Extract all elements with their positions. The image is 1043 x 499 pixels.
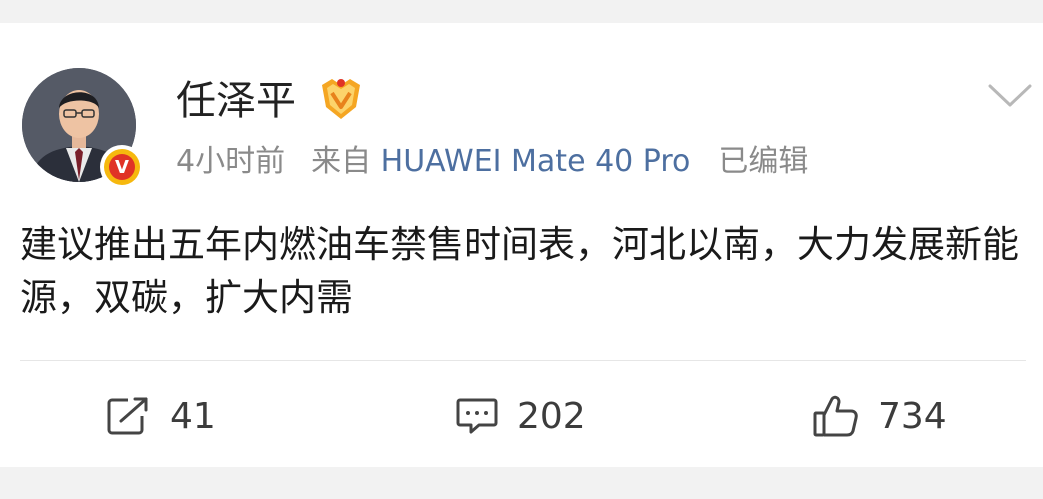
chevron-down-icon[interactable] xyxy=(988,83,1032,113)
weibo-post-card: V 任泽平 4小时前 来自 HUAWEI Mate 40 Pro 已编辑 建议推出五… xyxy=(0,23,1043,467)
member-crown-badge-icon[interactable] xyxy=(318,77,364,125)
verified-v-badge-icon: V xyxy=(100,145,144,189)
repost-icon xyxy=(107,397,148,435)
comment-button[interactable]: 202 xyxy=(455,391,586,441)
thumbs-up-icon xyxy=(813,395,858,437)
divider xyxy=(20,360,1026,361)
source-device-link[interactable]: HUAWEI Mate 40 Pro xyxy=(381,144,691,179)
post-meta: 4小时前 来自 HUAWEI Mate 40 Pro 已编辑 xyxy=(176,144,808,180)
like-button[interactable]: 734 xyxy=(812,391,947,441)
comment-count: 202 xyxy=(517,395,586,437)
edited-label[interactable]: 已编辑 xyxy=(718,144,808,179)
repost-count: 41 xyxy=(170,395,216,437)
comment-icon xyxy=(456,398,498,434)
like-count: 734 xyxy=(878,395,947,437)
repost-button[interactable]: 41 xyxy=(106,391,216,441)
post-time: 4小时前 xyxy=(176,144,286,179)
post-text: 建议推出五年内燃油车禁售时间表，河北以南，大力发展新能源，双碳，扩大内需 xyxy=(20,223,1019,319)
username[interactable]: 任泽平 xyxy=(176,77,296,125)
source-prefix: 来自 xyxy=(311,144,372,179)
